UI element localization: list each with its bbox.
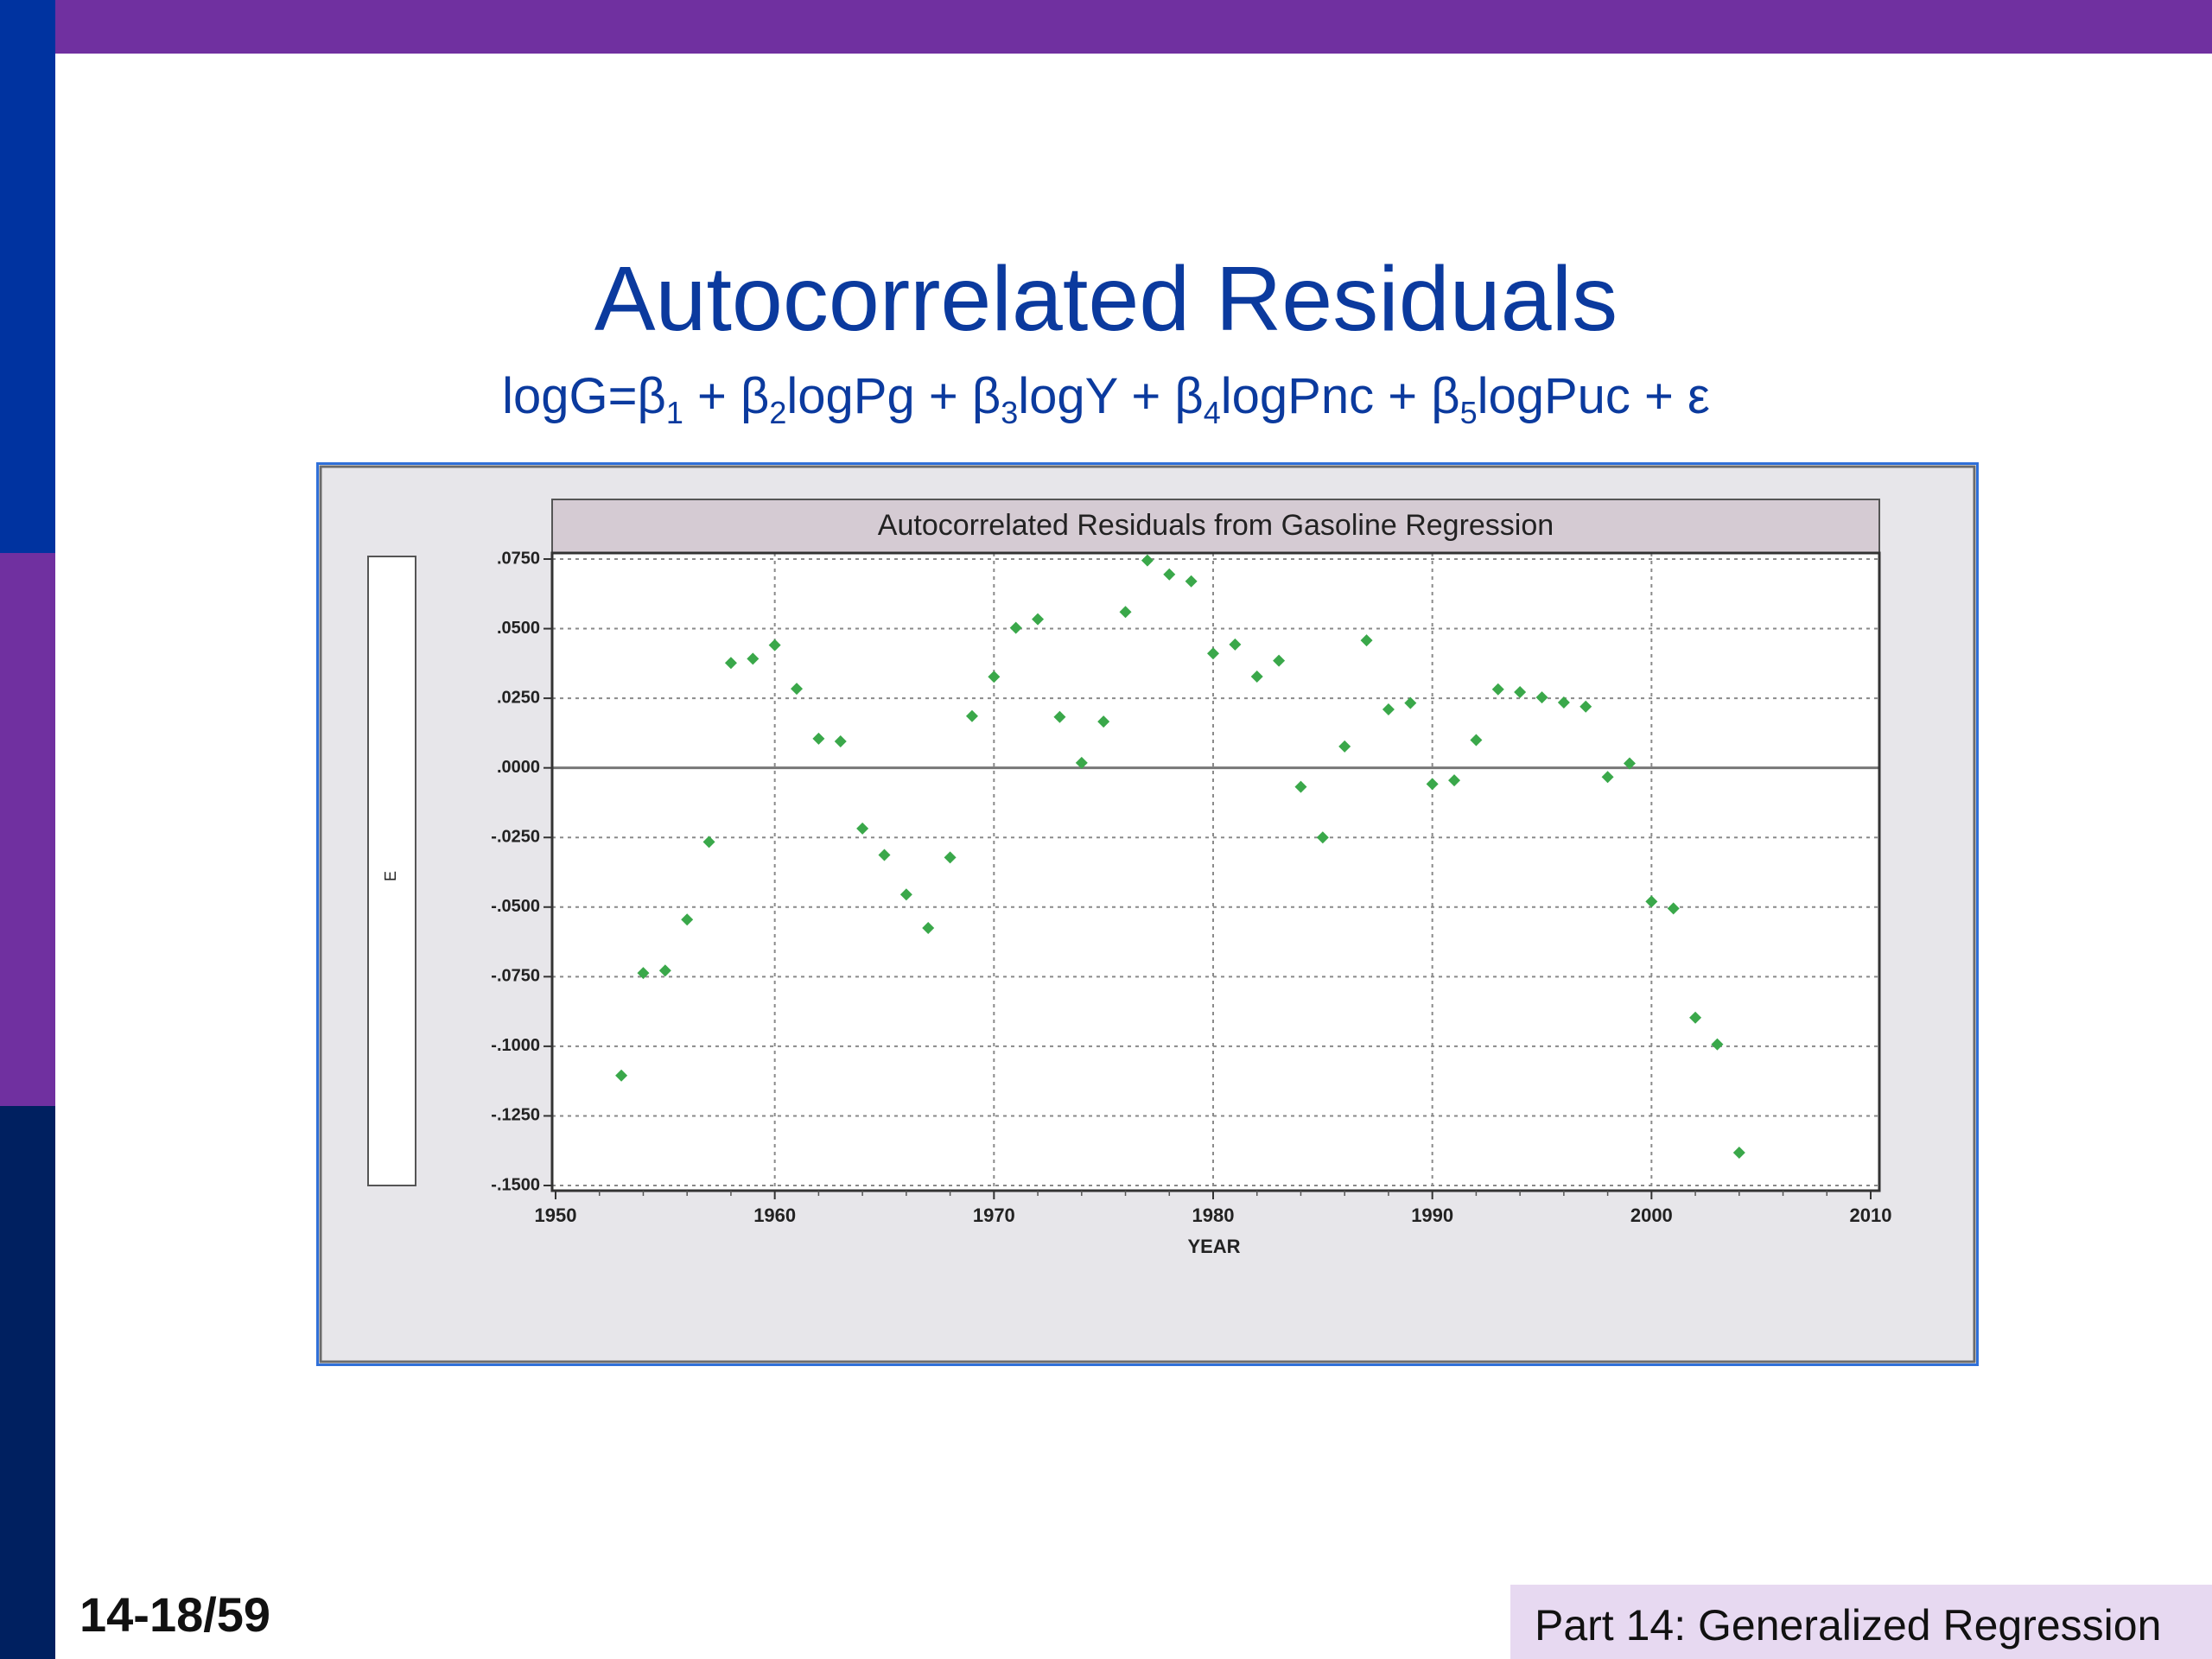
footer-section-label: Part 14: Generalized Regression — [1510, 1585, 2212, 1659]
x-tick-label: 1960 — [753, 1205, 796, 1226]
equation-part: + β — [683, 368, 770, 424]
y-tick-label: .0750 — [497, 549, 540, 568]
top-accent-bar — [0, 0, 2212, 54]
plot-area — [552, 553, 1879, 1191]
equation-part: logPnc + β — [1220, 368, 1460, 424]
y-axis-label: E — [382, 871, 399, 881]
left-accent-strip-navy — [0, 1106, 55, 1659]
chart-frame: E Autocorrelated Residuals from Gasoline… — [316, 462, 1979, 1366]
x-tick-label: 2000 — [1630, 1205, 1673, 1226]
y-tick-label: -.0250 — [491, 828, 540, 847]
y-tick-label: -.1000 — [491, 1036, 540, 1055]
y-tick-label: -.0750 — [491, 967, 540, 986]
y-tick-label: .0250 — [497, 688, 540, 707]
y-tick-label: -.1500 — [491, 1175, 540, 1194]
equation-subscript: 2 — [769, 395, 787, 430]
residuals-scatter-chart: E Autocorrelated Residuals from Gasoline… — [319, 465, 1976, 1363]
chart-title: Autocorrelated Residuals from Gasoline R… — [878, 509, 1554, 542]
y-tick-label: .0000 — [497, 758, 540, 777]
x-tick-label: 1970 — [973, 1205, 1015, 1226]
x-tick-label: 2010 — [1850, 1205, 1892, 1226]
equation-part: logY + β — [1018, 368, 1204, 424]
x-tick-label: 1980 — [1192, 1205, 1235, 1226]
x-tick-label: 1950 — [535, 1205, 577, 1226]
x-tick-label: 1990 — [1411, 1205, 1453, 1226]
equation-subscript: 4 — [1203, 395, 1221, 430]
y-tick-label: -.0500 — [491, 897, 540, 916]
equation-subscript: 3 — [1001, 395, 1019, 430]
x-axis-label: YEAR — [1187, 1236, 1240, 1257]
slide-subtitle-equation: logG=β1 + β2logPg + β3logY + β4logPnc + … — [0, 366, 2212, 431]
left-accent-strip-purple — [0, 553, 55, 1106]
equation-part: logG=β — [502, 368, 666, 424]
equation-part: logPuc + ε — [1477, 368, 1710, 424]
page-number: 14-18/59 — [79, 1587, 271, 1642]
slide-title: Autocorrelated Residuals — [594, 248, 1618, 350]
y-tick-label: -.1250 — [491, 1106, 540, 1125]
equation-part: logPg + β — [786, 368, 1001, 424]
equation-subscript: 5 — [1459, 395, 1478, 430]
equation-subscript: 1 — [665, 395, 683, 430]
y-tick-label: .0500 — [497, 619, 540, 638]
